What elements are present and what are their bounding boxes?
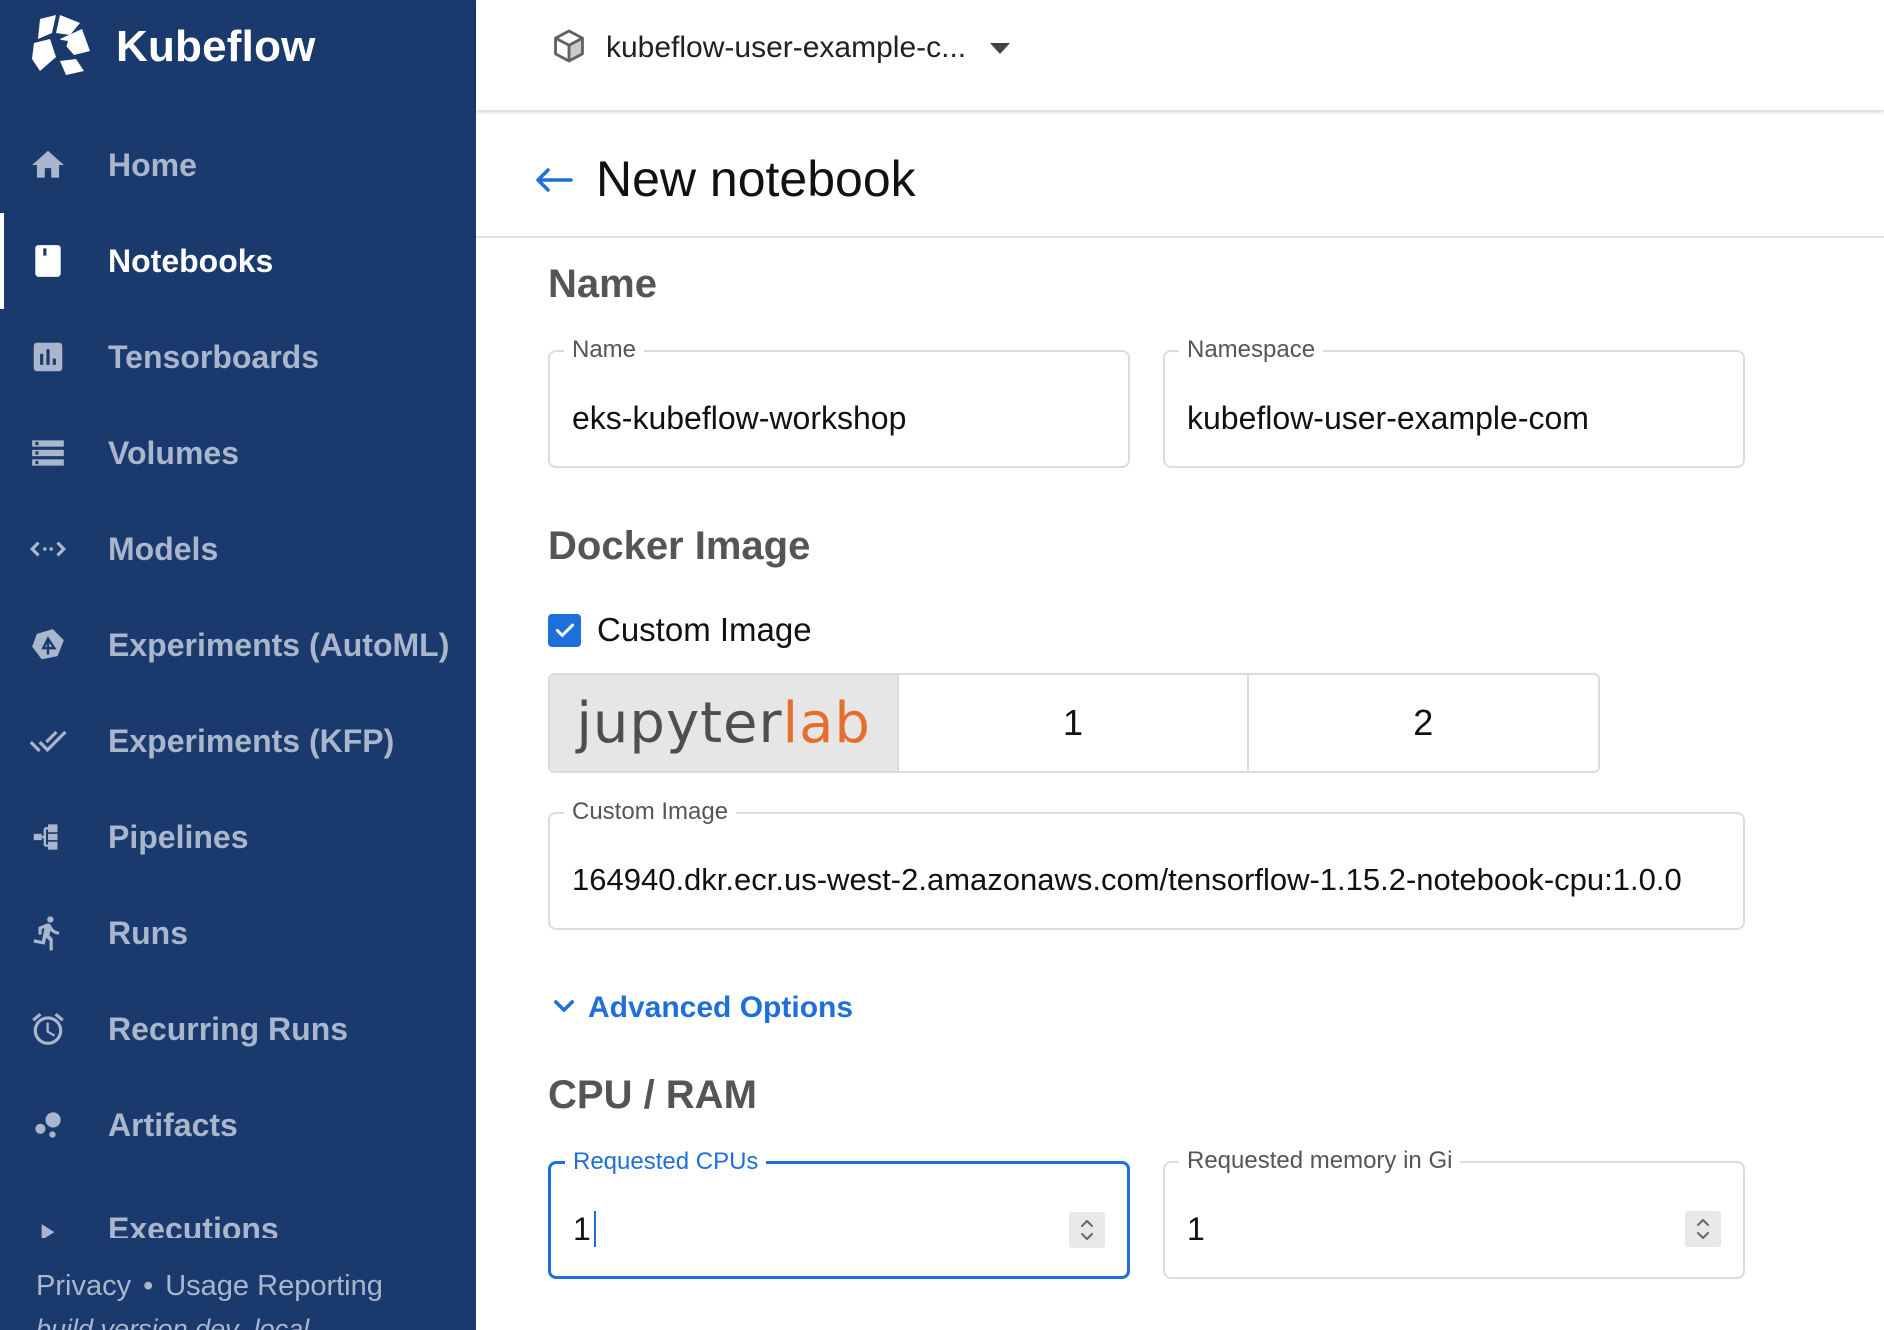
requested-memory-value[interactable]: 1: [1187, 1211, 1205, 1248]
image-option-jupyterlab[interactable]: jupyterlab: [550, 675, 900, 771]
text-cursor: [593, 1210, 596, 1247]
page-title: New notebook: [596, 151, 916, 207]
bubble-chart-icon: [29, 1106, 67, 1144]
sidebar-item-label: Tensorboards: [108, 338, 319, 375]
sidebar-item-label: Artifacts: [108, 1106, 238, 1143]
name-field-value[interactable]: eks-kubeflow-workshop: [572, 400, 906, 437]
done-all-icon: [29, 722, 67, 760]
requested-cpus-label: Requested CPUs: [565, 1148, 767, 1176]
footer-links: Privacy • Usage Reporting: [36, 1270, 383, 1303]
custom-image-checkbox-row[interactable]: Custom Image: [548, 611, 812, 648]
sidebar-item-models[interactable]: Models: [0, 501, 476, 597]
sidebar-item-label: Recurring Runs: [108, 1010, 349, 1047]
sidebar-item-label: Runs: [108, 914, 188, 951]
sidebar-item-experiments-automl[interactable]: Experiments (AutoML): [0, 597, 476, 693]
custom-image-field[interactable]: Custom Image 164940.dkr.ecr.us-west-2.am…: [548, 798, 1745, 930]
custom-image-checkbox-label: Custom Image: [597, 611, 812, 648]
dropdown-arrow-icon: [990, 42, 1011, 54]
privacy-link[interactable]: Privacy: [36, 1270, 131, 1302]
memory-stepper[interactable]: [1685, 1211, 1721, 1247]
brand-name: Kubeflow: [116, 22, 316, 71]
top-bar: kubeflow-user-example-c...: [476, 0, 1884, 110]
cube-icon: [550, 27, 588, 70]
advanced-options-label: Advanced Options: [588, 991, 854, 1024]
pipelines-icon: [29, 818, 67, 856]
namespace-field[interactable]: Namespace kubeflow-user-example-com: [1163, 336, 1745, 468]
bar-chart-icon: [29, 338, 67, 376]
storage-icon: [29, 434, 67, 472]
sidebar: Kubeflow Home Notebooks Tensorboards Vol…: [0, 0, 476, 1330]
sidebar-item-label: Experiments (KFP): [108, 722, 395, 759]
image-option-2[interactable]: 2: [1248, 675, 1598, 771]
arrow-back-icon[interactable]: [534, 164, 574, 196]
sidebar-nav: Home Notebooks Tensorboards Volumes Mode…: [0, 117, 476, 1269]
sidebar-item-volumes[interactable]: Volumes: [0, 405, 476, 501]
chevron-down-icon: [550, 992, 578, 1025]
sidebar-item-experiments-kfp[interactable]: Experiments (KFP): [0, 693, 476, 789]
namespace-field-label: Namespace: [1179, 336, 1324, 364]
sidebar-item-label: Home: [108, 146, 197, 183]
sidebar-item-label: Models: [108, 530, 219, 567]
image-option-1[interactable]: 1: [899, 675, 1249, 771]
name-field[interactable]: Name eks-kubeflow-workshop: [548, 336, 1130, 468]
sidebar-item-home[interactable]: Home: [0, 117, 476, 213]
docker-image-section-title: Docker Image: [548, 524, 811, 568]
jupyterlab-logo-text-a: jupyter: [576, 690, 783, 756]
sidebar-item-tensorboards[interactable]: Tensorboards: [0, 309, 476, 405]
requested-cpus-field[interactable]: Requested CPUs 1: [548, 1148, 1130, 1279]
sidebar-item-label: Volumes: [108, 434, 239, 471]
sidebar-item-label: Notebooks: [108, 242, 274, 279]
page-header: New notebook: [476, 112, 1884, 238]
cpu-stepper[interactable]: [1069, 1212, 1105, 1248]
sidebar-item-runs[interactable]: Runs: [0, 885, 476, 981]
notebook-icon: [29, 242, 67, 280]
usage-reporting-link[interactable]: Usage Reporting: [165, 1270, 383, 1302]
run-icon: [29, 914, 67, 952]
home-icon: [29, 146, 67, 184]
kubeflow-logo-icon: [26, 11, 94, 84]
brand[interactable]: Kubeflow: [26, 14, 316, 80]
requested-cpus-value: 1: [573, 1211, 591, 1247]
namespace-field-value[interactable]: kubeflow-user-example-com: [1187, 400, 1589, 437]
advanced-options-toggle[interactable]: Advanced Options: [550, 990, 853, 1026]
footer-separator: •: [143, 1270, 154, 1302]
requested-cpus-input[interactable]: 1: [573, 1210, 596, 1250]
custom-image-field-label: Custom Image: [564, 798, 737, 826]
jupyterlab-logo: jupyterlab: [576, 691, 871, 756]
sidebar-item-label: Pipelines: [108, 818, 249, 855]
name-section-title: Name: [548, 262, 657, 306]
play-arrow-icon: [29, 1202, 67, 1240]
arrows-horizontal-icon: [29, 530, 67, 568]
requested-memory-label: Requested memory in Gi: [1179, 1147, 1461, 1175]
build-version: build version dev_local: [36, 1314, 310, 1330]
alarm-icon: [29, 1010, 67, 1048]
requested-memory-field[interactable]: Requested memory in Gi 1: [1163, 1147, 1745, 1279]
sidebar-item-label: Experiments (AutoML): [108, 626, 450, 663]
sidebar-item-notebooks[interactable]: Notebooks: [0, 213, 476, 309]
custom-image-checkbox[interactable]: [548, 613, 581, 647]
sidebar-item-recurring-runs[interactable]: Recurring Runs: [0, 981, 476, 1077]
sidebar-item-artifacts[interactable]: Artifacts: [0, 1077, 476, 1173]
namespace-name: kubeflow-user-example-c...: [606, 31, 967, 64]
cpu-ram-section-title: CPU / RAM: [548, 1073, 757, 1117]
image-option-group: jupyterlab 1 2: [548, 673, 1600, 773]
namespace-selector[interactable]: kubeflow-user-example-c...: [550, 26, 1011, 70]
sidebar-item-pipelines[interactable]: Pipelines: [0, 789, 476, 885]
jupyterlab-logo-text-b: lab: [782, 690, 871, 756]
katib-icon: [29, 626, 67, 664]
name-field-label: Name: [564, 336, 645, 364]
custom-image-field-value[interactable]: 164940.dkr.ecr.us-west-2.amazonaws.com/t…: [572, 862, 1682, 898]
